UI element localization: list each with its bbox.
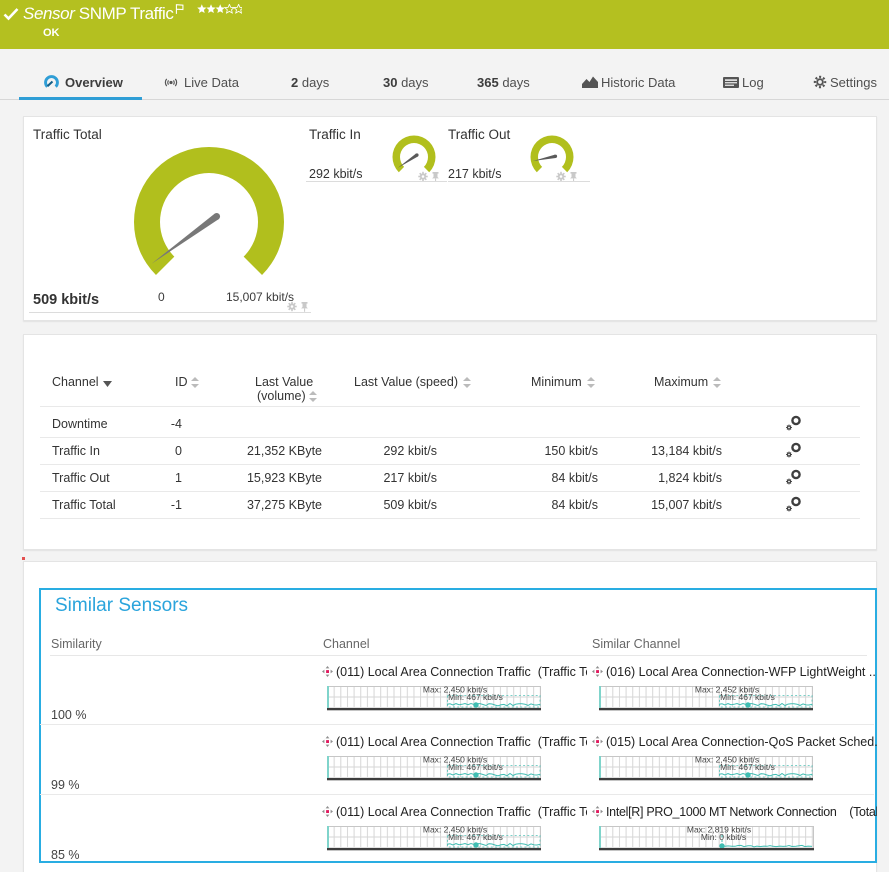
svg-text:Min: 467 kbit/s: Min: 467 kbit/s [448,692,503,702]
svg-text:Min: 467 kbit/s: Min: 467 kbit/s [720,692,775,702]
svg-text:Min: 467 kbit/s: Min: 467 kbit/s [448,762,503,772]
svg-text:Min: 467 kbit/s: Min: 467 kbit/s [448,832,503,842]
svg-text:Min: 0 kbit/s: Min: 0 kbit/s [701,832,746,842]
svg-text:Min: 467 kbit/s: Min: 467 kbit/s [720,762,775,772]
